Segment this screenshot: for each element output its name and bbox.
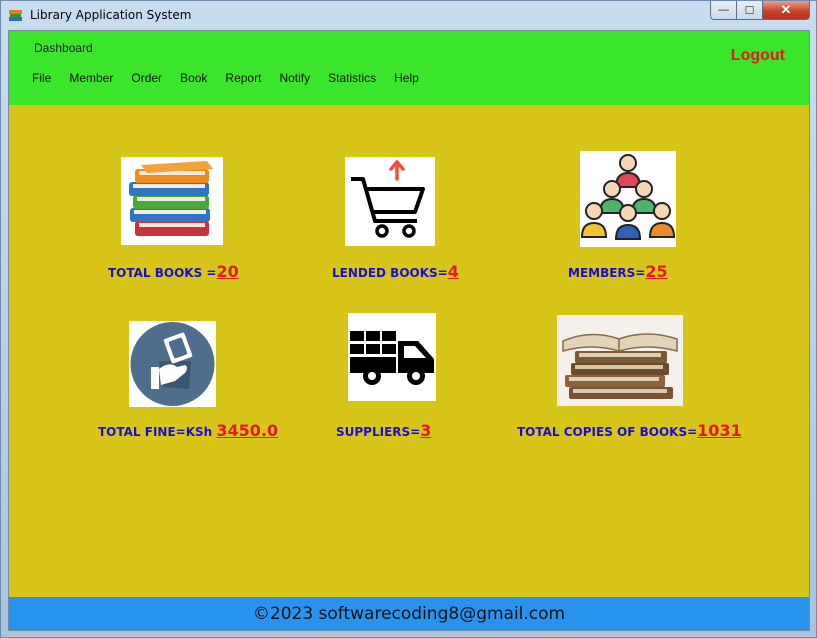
main-menu: File Member Order Book Report Notify Sta… [32, 71, 437, 85]
books-stack-icon[interactable] [121, 157, 223, 245]
stat-value: 1031 [697, 421, 742, 440]
maximize-button[interactable]: ☐ [737, 1, 763, 20]
stat-members: MEMBERS=25 [568, 262, 668, 281]
window-title: Library Application System [30, 8, 192, 22]
logout-button[interactable]: Logout [731, 47, 785, 65]
stat-label: MEMBERS= [568, 266, 646, 280]
stat-total-fine: TOTAL FINE=KSh 3450.0 [98, 421, 278, 440]
menu-bar: Dashboard File Member Order Book Report … [9, 31, 809, 105]
old-books-icon[interactable] [557, 315, 683, 406]
title-bar[interactable]: Library Application System — ☐ ✕ [1, 1, 816, 29]
stat-value: 25 [645, 262, 668, 281]
stat-value: 20 [216, 262, 239, 281]
stat-label: TOTAL FINE=KSh [98, 425, 217, 439]
people-group-icon[interactable] [580, 151, 676, 247]
stat-value: 4 [447, 262, 459, 281]
stat-value: 3450.0 [216, 421, 279, 440]
menu-book[interactable]: Book [180, 71, 207, 85]
footer-text: ©2023 softwarecoding8@gmail.com [252, 604, 566, 624]
stat-label: TOTAL COPIES OF BOOKS= [517, 425, 698, 439]
close-button[interactable]: ✕ [763, 1, 810, 20]
menu-statistics[interactable]: Statistics [328, 71, 376, 85]
menu-order[interactable]: Order [131, 71, 162, 85]
menu-help[interactable]: Help [394, 71, 419, 85]
stat-label: SUPPLIERS= [336, 425, 421, 439]
footer: ©2023 softwarecoding8@gmail.com [9, 597, 809, 630]
money-hand-icon[interactable] [129, 321, 216, 407]
stat-lended-books: LENDED BOOKS=4 [332, 262, 459, 281]
menu-file[interactable]: File [32, 71, 51, 85]
shopping-cart-icon[interactable] [345, 157, 435, 246]
stat-total-books: TOTAL BOOKS =20 [108, 262, 239, 281]
menu-report[interactable]: Report [225, 71, 261, 85]
stat-suppliers: SUPPLIERS=3 [336, 421, 431, 440]
stat-label: TOTAL BOOKS = [108, 266, 217, 280]
delivery-truck-icon[interactable] [348, 313, 436, 401]
stat-total-copies: TOTAL COPIES OF BOOKS=1031 [517, 421, 742, 440]
maximize-icon: ☐ [744, 4, 755, 17]
menu-member[interactable]: Member [69, 71, 113, 85]
client-area: Dashboard File Member Order Book Report … [8, 30, 810, 631]
close-icon: ✕ [780, 2, 792, 17]
app-icon [9, 10, 22, 21]
minimize-button[interactable]: — [710, 1, 737, 20]
dashboard-label: Dashboard [34, 41, 93, 55]
stat-value: 3 [420, 421, 432, 440]
app-window: Library Application System — ☐ ✕ Dashboa… [0, 0, 817, 638]
minimize-icon: — [718, 4, 729, 16]
stat-label: LENDED BOOKS= [332, 266, 448, 280]
menu-notify[interactable]: Notify [279, 71, 310, 85]
